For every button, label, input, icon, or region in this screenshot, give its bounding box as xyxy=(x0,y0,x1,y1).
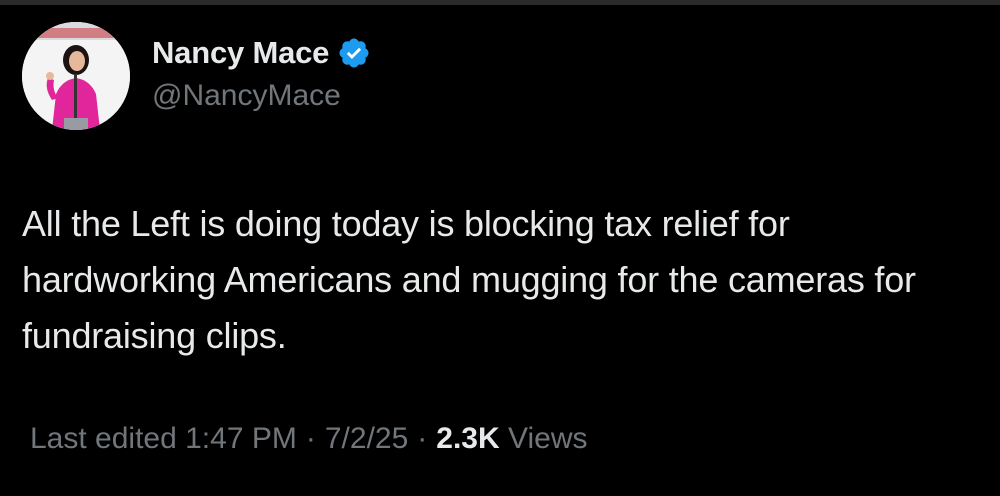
views-count: 2.3K xyxy=(436,422,500,455)
tweet-header: Nancy Mace @NancyMace xyxy=(22,22,371,130)
author-handle[interactable]: @NancyMace xyxy=(152,79,371,113)
last-edited-label[interactable]: Last edited xyxy=(30,422,177,455)
tweet-date[interactable]: 7/2/25 xyxy=(325,422,408,455)
meta-separator: · xyxy=(417,422,428,455)
tweet-meta: Last edited 1:47 PM · 7/2/25 · 2.3K Views xyxy=(30,422,587,456)
name-row: Nancy Mace xyxy=(152,33,371,73)
meta-separator: · xyxy=(305,422,316,455)
tweet-time[interactable]: 1:47 PM xyxy=(185,422,297,455)
author-names: Nancy Mace @NancyMace xyxy=(152,33,371,113)
avatar-photo-icon xyxy=(22,22,130,130)
views-label: Views xyxy=(508,422,588,455)
author-display-name[interactable]: Nancy Mace xyxy=(152,35,329,71)
tweet-card: Nancy Mace @NancyMace All the Left is do… xyxy=(0,0,1000,496)
tweet-body-text: All the Left is doing today is blocking … xyxy=(22,203,916,356)
verified-badge-icon[interactable] xyxy=(337,36,371,70)
author-avatar[interactable] xyxy=(22,22,130,130)
